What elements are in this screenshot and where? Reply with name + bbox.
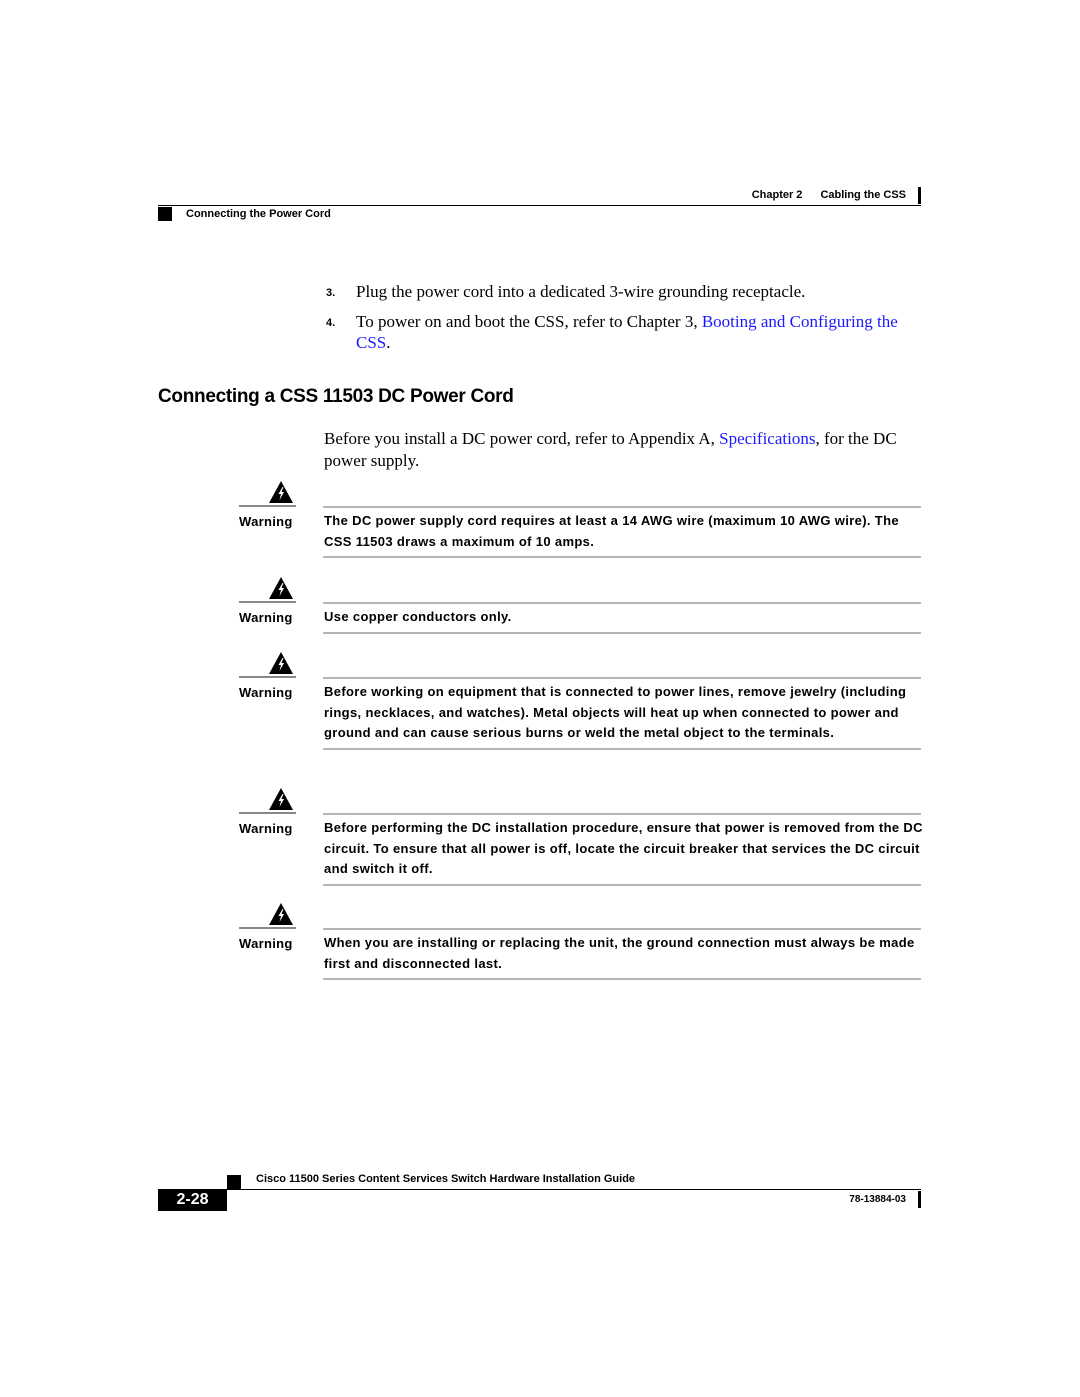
doc-number: 78-13884-03 <box>849 1194 906 1205</box>
warning-text: When you are installing or replacing the… <box>324 935 915 971</box>
chapter-title: Cabling the CSS <box>820 189 906 201</box>
header-square-marker <box>158 207 172 221</box>
warning-icon-underline <box>239 812 296 814</box>
step-text-before: To power on and boot the CSS, refer to C… <box>356 312 702 331</box>
section-heading: Connecting a CSS 11503 DC Power Cord <box>158 386 514 407</box>
warning-label: Warning <box>239 685 293 700</box>
warning-bottom-rule <box>323 978 921 980</box>
warning-text: Before working on equipment that is conn… <box>324 684 907 740</box>
warning-label: Warning <box>239 514 293 529</box>
intro-paragraph: Before you install a DC power cord, refe… <box>324 428 924 472</box>
chapter-label: Chapter 2 <box>751 189 803 201</box>
warning-bottom-rule <box>323 884 921 886</box>
specifications-link[interactable]: Specifications <box>719 429 815 448</box>
step-item: 3. Plug the power cord into a dedicated … <box>326 281 926 302</box>
warning-triangle-icon <box>269 481 293 503</box>
warning-label: Warning <box>239 821 293 836</box>
warning-triangle-icon <box>269 652 293 674</box>
step-number: 3. <box>326 287 336 299</box>
footer-bar <box>918 1191 921 1208</box>
warning-bottom-rule <box>323 748 921 750</box>
warning-text: Use copper conductors only. <box>324 609 512 624</box>
warning-icon-underline <box>239 505 296 507</box>
warning-top-rule <box>323 677 921 679</box>
step-item: 4. To power on and boot the CSS, refer t… <box>326 311 926 353</box>
warning-text: The DC power supply cord requires at lea… <box>324 513 899 549</box>
warning-bottom-rule <box>323 632 921 634</box>
warning-triangle-icon <box>269 577 293 599</box>
page-number: 2-28 <box>158 1189 227 1211</box>
running-header-section: Connecting the Power Cord <box>186 208 331 220</box>
warning-label: Warning <box>239 936 293 951</box>
warning-text: Before performing the DC installation pr… <box>324 820 923 876</box>
footer-book-title: Cisco 11500 Series Content Services Swit… <box>256 1173 636 1185</box>
step-text: To power on and boot the CSS, refer to C… <box>356 311 926 353</box>
header-rule <box>158 205 921 206</box>
intro-text-before: Before you install a DC power cord, refe… <box>324 429 720 448</box>
warning-icon-underline <box>239 601 296 603</box>
warning-top-rule <box>323 506 921 508</box>
running-header-chapter: Chapter 2 Cabling the CSS <box>600 189 906 201</box>
step-text: Plug the power cord into a dedicated 3-w… <box>356 282 806 301</box>
warning-bottom-rule <box>323 556 921 558</box>
footer-square-marker <box>227 1175 241 1189</box>
warning-top-rule <box>323 813 921 815</box>
warning-label: Warning <box>239 610 293 625</box>
warning-top-rule <box>323 602 921 604</box>
warning-top-rule <box>323 928 921 930</box>
warning-icon-underline <box>239 676 296 678</box>
header-bar <box>918 187 921 204</box>
step-text-after: . <box>386 333 391 352</box>
warning-triangle-icon <box>269 903 293 925</box>
warning-triangle-icon <box>269 788 293 810</box>
warning-icon-underline <box>239 927 296 929</box>
step-number: 4. <box>326 317 336 329</box>
footer-rule <box>227 1189 921 1190</box>
